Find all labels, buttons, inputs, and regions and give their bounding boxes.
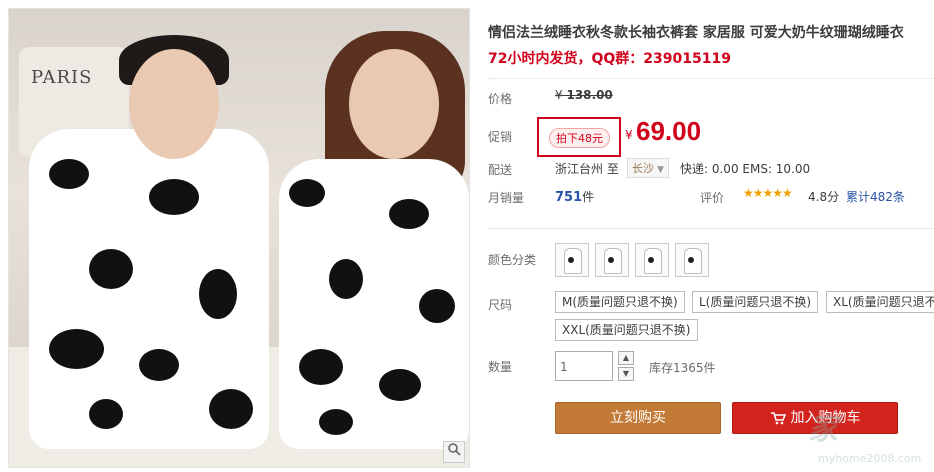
review-count-link[interactable]: 累计482条 [846,188,905,205]
buy-now-button[interactable]: 立刻购买 [555,402,721,434]
ship-from: 浙江台州 至 [555,162,619,176]
color-label: 颜色分类 [488,253,537,267]
color-swatches [555,243,709,277]
original-price: ¥ 138.00 [555,88,613,102]
color-swatch[interactable] [555,243,589,277]
shipping-fee: 快递: 0.00 EMS: 10.00 [680,162,811,176]
product-detail-panel: 情侣法兰绒睡衣秋冬款长袖衣裤套 家居服 可爱大奶牛纹珊瑚绒睡衣 72小时内发货，… [488,0,934,472]
quantity-label: 数量 [488,360,513,374]
size-label: 尺码 [488,298,513,312]
color-swatch[interactable] [635,243,669,277]
woman-figure [279,159,469,449]
divider [488,228,934,229]
ship-to-value: 长沙 [632,162,654,175]
color-swatch[interactable] [675,243,709,277]
monthly-sales-label: 月销量 [488,191,525,205]
original-price-value: 138.00 [566,88,613,102]
rating-label: 评价 [700,191,725,205]
size-option-xl[interactable]: XL(质量问题只退不换) [826,291,934,313]
monthly-sales-count: 751 [555,190,583,205]
promo-label: 促销 [488,130,513,144]
rating-score: 4.8分 [808,190,840,204]
size-option-l[interactable]: L(质量问题只退不换) [692,291,819,313]
woman-face [349,49,439,159]
watermark-url: myhome2008.com [818,452,922,465]
size-option-m[interactable]: M(质量问题只退不换) [555,291,685,313]
add-to-cart-label: 加入购物车 [790,410,861,426]
star-rating-icon: ★★★★★ [743,186,793,200]
stock-count: 库存1365件 [649,361,716,375]
product-main-image[interactable]: PARIS [8,8,470,468]
man-face [129,49,219,159]
product-title: 情侣法兰绒睡衣秋冬款长袖衣裤套 家居服 可爱大奶牛纹珊瑚绒睡衣 [488,25,904,41]
add-to-cart-button[interactable]: 加入购物车 [732,402,898,434]
monthly-sales: 751件 [555,188,594,205]
magnifier-icon[interactable] [443,441,465,463]
chevron-down-icon[interactable]: ▼ [618,367,634,381]
quantity-input[interactable]: 1 [555,351,613,381]
currency-symbol: ¥ [555,88,563,102]
price-label: 价格 [488,92,513,106]
product-subtitle: 72小时内发货，QQ群：239015119 [488,51,731,67]
promo-highlight: 拍下48元 [537,117,621,157]
pillow-text: PARIS [31,67,93,88]
chevron-down-icon: ▼ [657,165,664,175]
chevron-up-icon[interactable]: ▲ [618,351,634,365]
promo-tag: 拍下48元 [549,128,610,148]
color-swatch[interactable] [595,243,629,277]
sale-currency: ¥ [625,128,633,142]
monthly-sales-unit: 件 [582,190,595,204]
size-option-xxl[interactable]: XXL(质量问题只退不换) [555,319,698,341]
shipping-label: 配送 [488,163,513,177]
cart-icon [770,412,786,425]
man-figure [29,129,269,449]
sale-price: 69.00 [636,116,702,146]
ship-to-select[interactable]: 长沙 ▼ [627,158,669,178]
